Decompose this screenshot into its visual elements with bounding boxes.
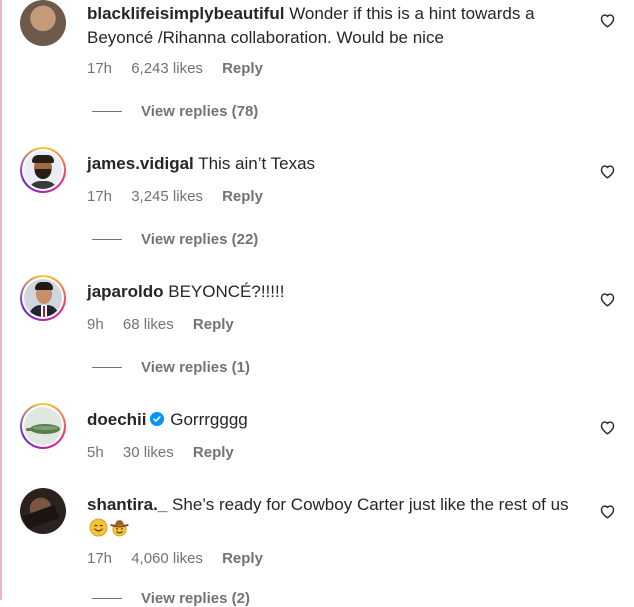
avatar-ring[interactable]	[20, 0, 66, 46]
comment-username[interactable]: shantira._	[87, 495, 167, 514]
cowboy-face-icon	[110, 520, 129, 537]
left-border	[0, 0, 2, 600]
heart-icon[interactable]	[599, 419, 616, 435]
comment-time[interactable]: 17h	[87, 550, 112, 567]
comment-likes[interactable]: 6,243 likes	[131, 60, 203, 77]
divider-line	[92, 598, 122, 599]
comment-text: BEYONCÉ?!!!!!	[168, 282, 285, 301]
divider-line	[92, 367, 122, 368]
divider-line	[92, 111, 122, 112]
view-replies-button[interactable]: View replies (78)	[92, 103, 258, 120]
comment-username[interactable]: blacklifeisimplybeautiful	[87, 4, 284, 23]
heart-icon[interactable]	[599, 163, 616, 179]
reply-button[interactable]: Reply	[222, 60, 263, 77]
comment-time[interactable]: 9h	[87, 316, 104, 333]
view-replies-button[interactable]: View replies (22)	[92, 231, 258, 248]
view-replies-label: View replies (78)	[141, 103, 259, 120]
avatar-ring[interactable]	[20, 403, 66, 449]
smiling-face-icon	[89, 518, 108, 537]
comment-text: This ain’t Texas	[198, 154, 316, 173]
reply-button[interactable]: Reply	[222, 188, 263, 205]
comment-likes[interactable]: 4,060 likes	[131, 550, 203, 567]
comment-username[interactable]: japaroldo	[87, 282, 164, 301]
comment-time[interactable]: 17h	[87, 188, 112, 205]
heart-icon[interactable]	[599, 12, 616, 28]
reply-button[interactable]: Reply	[193, 444, 234, 461]
heart-icon[interactable]	[599, 503, 616, 519]
view-replies-button[interactable]: View replies (2)	[92, 590, 250, 607]
avatar	[20, 0, 66, 46]
comment-text: Gorrrgggg	[170, 410, 248, 429]
view-replies-label: View replies (2)	[141, 590, 250, 607]
view-replies-button[interactable]: View replies (1)	[92, 359, 250, 376]
comment-username[interactable]: james.vidigal	[87, 154, 194, 173]
avatar	[20, 488, 66, 534]
view-replies-label: View replies (1)	[141, 359, 250, 376]
avatar-ring[interactable]	[20, 275, 66, 321]
divider-line	[92, 239, 122, 240]
verified-badge-icon	[149, 412, 164, 426]
view-replies-label: View replies (22)	[141, 231, 259, 248]
heart-icon[interactable]	[599, 291, 616, 307]
avatar	[24, 407, 62, 445]
comment-time[interactable]: 17h	[87, 60, 112, 77]
comment-username[interactable]: doechii	[87, 410, 147, 429]
comment-text: She’s ready for Cowboy Carter just like …	[172, 495, 569, 514]
comment-likes[interactable]: 3,245 likes	[131, 188, 203, 205]
avatar-ring[interactable]	[20, 488, 66, 534]
avatar	[24, 151, 62, 189]
comment-likes[interactable]: 68 likes	[123, 316, 174, 333]
comment-likes[interactable]: 30 likes	[123, 444, 174, 461]
avatar-ring[interactable]	[20, 147, 66, 193]
avatar	[24, 279, 62, 317]
comment-time[interactable]: 5h	[87, 444, 104, 461]
reply-button[interactable]: Reply	[193, 316, 234, 333]
reply-button[interactable]: Reply	[222, 550, 263, 567]
